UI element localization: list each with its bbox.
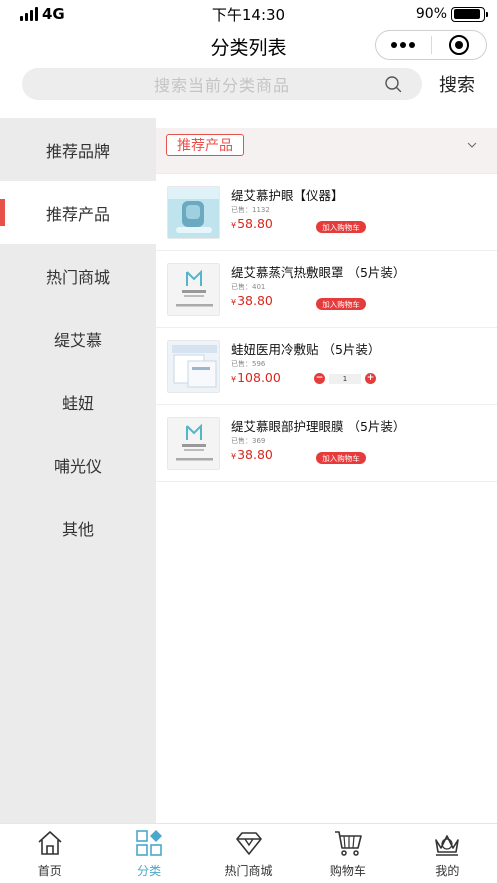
search-row: 搜索当前分类商品 搜索 — [0, 68, 497, 100]
tab-label: 分类 — [137, 864, 162, 878]
sidebar-item-recommended-products[interactable]: 推荐产品 — [0, 181, 156, 244]
tab-label: 我的 — [435, 864, 460, 878]
product-item[interactable]: 缇艾慕蒸汽热敷眼罩 （5片装） 已售：401 ¥38.80 加入购物车 — [156, 251, 497, 328]
product-thumbnail — [167, 340, 220, 393]
product-item[interactable]: 缇艾慕眼部护理眼膜 （5片装） 已售：369 ¥38.80 加入购物车 — [156, 405, 497, 482]
search-input[interactable]: 搜索当前分类商品 — [22, 68, 422, 100]
tab-label: 购物车 — [329, 864, 366, 878]
diamond-icon — [235, 832, 262, 855]
sidebar-item-tiaimu[interactable]: 缇艾慕 — [0, 307, 156, 370]
more-button[interactable] — [376, 31, 431, 59]
product-price: ¥38.80 — [231, 293, 273, 308]
tab-mine[interactable]: 我的 — [398, 824, 497, 883]
miniprogram-capsule — [375, 30, 487, 60]
tab-cart[interactable]: 购物车 — [298, 824, 397, 883]
add-to-cart-button[interactable]: 加入购物车 — [316, 298, 366, 310]
product-list-panel: 推荐产品 缇艾慕护眼【仪器】 已售：1132 ¥58.80 加入购物车 缇艾慕蒸… — [156, 118, 497, 823]
battery-status: 90% — [415, 6, 488, 22]
close-miniprogram-button[interactable] — [432, 31, 487, 59]
section-header: 推荐产品 — [156, 128, 497, 174]
tab-label: 首页 — [37, 864, 62, 878]
product-name: 蛙妞医用冷敷贴 （5片装） — [231, 342, 381, 357]
sidebar-item-other[interactable]: 其他 — [0, 496, 156, 559]
chevron-down-icon[interactable] — [467, 140, 477, 150]
battery-icon — [451, 6, 488, 22]
product-sold-count: 已售：1132 — [231, 206, 270, 214]
product-item[interactable]: 蛙妞医用冷敷贴 （5片装） 已售：596 ¥108.00 − 1 + — [156, 328, 497, 405]
product-thumbnail — [167, 186, 220, 239]
search-button[interactable]: 搜索 — [432, 71, 482, 97]
tab-hot-mall[interactable]: 热门商城 — [199, 824, 298, 883]
quantity-value[interactable]: 1 — [329, 373, 361, 384]
decrease-quantity-button[interactable]: − — [314, 373, 325, 384]
battery-percent: 90% — [415, 6, 447, 22]
add-to-cart-button[interactable]: 加入购物车 — [316, 452, 366, 464]
product-thumbnail — [167, 417, 220, 470]
product-thumbnail — [167, 263, 220, 316]
tab-label: 热门商城 — [224, 864, 273, 878]
bottom-tab-bar: 首页 分类 热门商城 购物车 我的 — [0, 823, 497, 883]
tab-category[interactable]: 分类 — [99, 824, 198, 883]
sidebar-item-light-device[interactable]: 哺光仪 — [0, 433, 156, 496]
increase-quantity-button[interactable]: + — [365, 373, 376, 384]
home-icon — [38, 831, 62, 855]
product-price: ¥108.00 — [231, 370, 281, 385]
category-icon — [136, 830, 163, 856]
product-sold-count: 已售：596 — [231, 360, 266, 368]
product-name: 缇艾慕眼部护理眼膜 （5片装） — [231, 419, 406, 434]
sidebar-item-waniu[interactable]: 蛙妞 — [0, 370, 156, 433]
category-sidebar: 推荐品牌 推荐产品 热门商城 缇艾慕 蛙妞 哺光仪 其他 — [0, 118, 156, 823]
target-icon — [448, 35, 469, 55]
network-status: 4G — [20, 5, 65, 23]
status-bar: 4G 下午14:30 90% — [0, 0, 497, 28]
product-item[interactable]: 缇艾慕护眼【仪器】 已售：1132 ¥58.80 加入购物车 — [156, 174, 497, 251]
search-placeholder: 搜索当前分类商品 — [153, 76, 290, 95]
cart-icon — [334, 831, 362, 856]
product-sold-count: 已售：401 — [231, 283, 266, 291]
product-price: ¥58.80 — [231, 216, 273, 231]
add-to-cart-button[interactable]: 加入购物车 — [316, 221, 366, 233]
tab-home[interactable]: 首页 — [0, 824, 99, 883]
product-name: 缇艾慕蒸汽热敷眼罩 （5片装） — [231, 265, 406, 280]
product-sold-count: 已售：369 — [231, 437, 266, 445]
sidebar-item-recommended-brands[interactable]: 推荐品牌 — [0, 118, 156, 181]
sidebar-item-hot-mall[interactable]: 热门商城 — [0, 244, 156, 307]
nav-bar: 分类列表 — [0, 28, 497, 64]
signal-icon — [20, 7, 38, 21]
section-tag: 推荐产品 — [166, 134, 244, 156]
page-title: 分类列表 — [210, 36, 287, 59]
product-name: 缇艾慕护眼【仪器】 — [231, 188, 344, 203]
search-icon — [385, 76, 402, 93]
product-price: ¥38.80 — [231, 447, 273, 462]
network-label: 4G — [42, 5, 65, 23]
more-icon — [391, 42, 416, 48]
crown-icon — [435, 835, 460, 856]
quantity-stepper: − 1 + — [314, 373, 376, 384]
